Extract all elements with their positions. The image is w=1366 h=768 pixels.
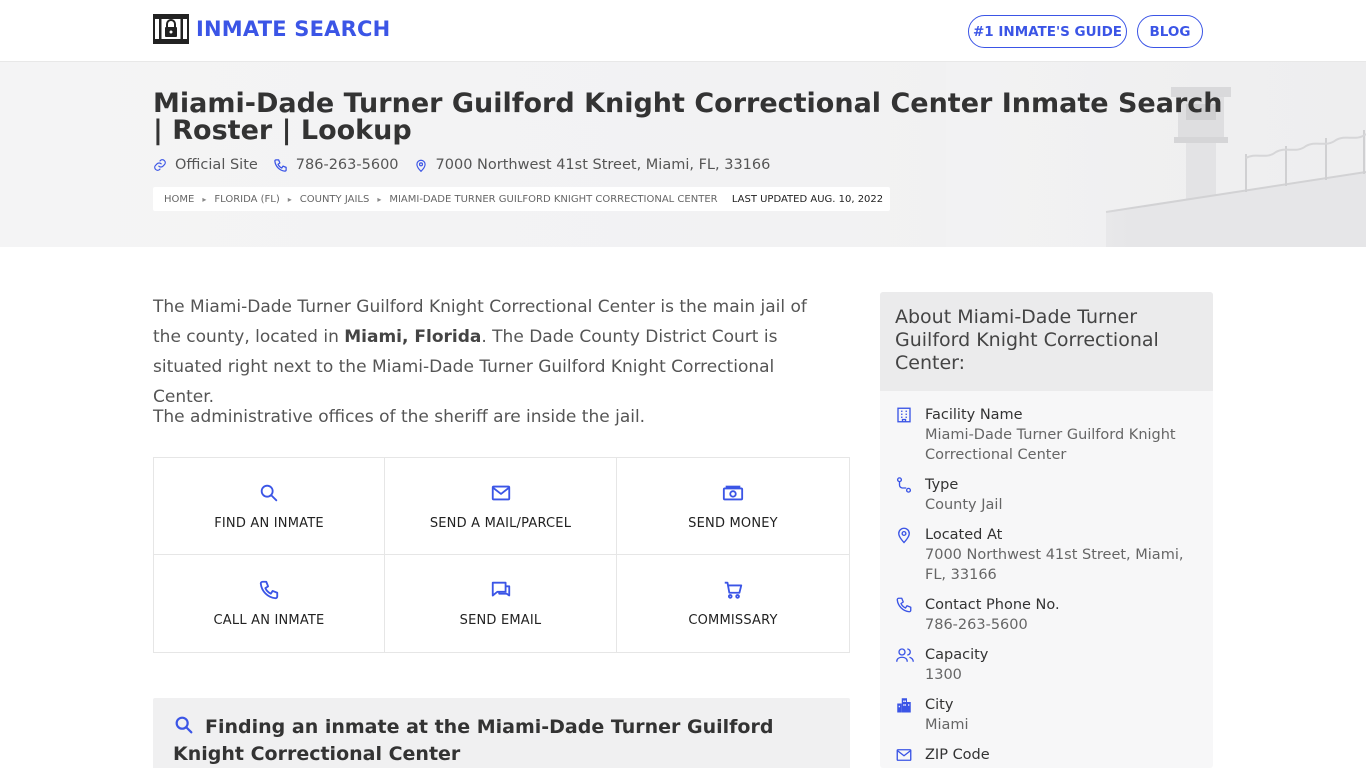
search-icon <box>175 716 193 734</box>
detail-label: Type <box>925 477 959 493</box>
detail-value: 786-263-5600 <box>925 617 1028 633</box>
detail-label: City <box>925 697 954 713</box>
facility-details-list: Facility Name Miami-Dade Turner Guilford… <box>880 391 1213 768</box>
page-title: Miami-Dade Turner Guilford Knight Correc… <box>153 88 1223 146</box>
commissary-label: COMMISSARY <box>688 613 778 628</box>
breadcrumb-separator-icon: ▸ <box>377 194 382 204</box>
map-pin-icon <box>895 525 925 585</box>
official-site-link[interactable]: Official Site <box>153 157 258 173</box>
address-link[interactable]: 7000 Northwest 41st Street, Miami, FL, 3… <box>414 157 771 173</box>
detail-value: County Jail <box>925 497 1003 513</box>
send-money-label: SEND MONEY <box>688 516 778 531</box>
intro-paragraph-2: The administrative offices of the sherif… <box>153 407 646 427</box>
send-mail-button[interactable]: SEND A MAIL/PARCEL <box>385 458 617 555</box>
send-mail-label: SEND A MAIL/PARCEL <box>429 516 572 531</box>
route-icon <box>895 475 925 515</box>
breadcrumb-separator-icon: ▸ <box>287 194 292 204</box>
intro-paragraph: The Miami-Dade Turner Guilford Knight Co… <box>153 292 833 412</box>
mail-icon <box>895 745 925 768</box>
mail-icon <box>491 485 510 501</box>
finding-inmate-heading: Finding an inmate at the Miami-Dade Turn… <box>173 714 830 768</box>
money-icon <box>722 485 744 501</box>
breadcrumb-current: MIAMI-DADE TURNER GUILFORD KNIGHT CORREC… <box>389 193 718 205</box>
top-navbar: INMATE SEARCH #1 INMATE'S GUIDE BLOG <box>0 0 1366 62</box>
city-icon <box>895 695 925 735</box>
commissary-button[interactable]: COMMISSARY <box>617 555 849 652</box>
detail-value: 7000 Northwest 41st Street, Miami, FL, 3… <box>925 547 1184 583</box>
send-money-button[interactable]: SEND MONEY <box>617 458 849 555</box>
action-grid: FIND AN INMATE SEND A MAIL/PARCEL SEND M… <box>153 457 850 653</box>
detail-label: Capacity <box>925 647 989 663</box>
detail-type: Type County Jail <box>895 475 1198 515</box>
official-site-label: Official Site <box>175 157 258 173</box>
site-logo-text: INMATE SEARCH <box>196 17 391 41</box>
map-pin-icon <box>415 159 426 172</box>
detail-facility-name: Facility Name Miami-Dade Turner Guilford… <box>895 405 1198 465</box>
chat-icon <box>491 581 510 597</box>
detail-capacity: Capacity 1300 <box>895 645 1198 685</box>
find-inmate-button[interactable]: FIND AN INMATE <box>154 458 385 555</box>
phone-icon <box>895 595 925 635</box>
phone-link[interactable]: 786-263-5600 <box>273 157 399 173</box>
phone-number: 786-263-5600 <box>295 157 399 173</box>
jail-logo-icon <box>153 14 189 44</box>
inmates-guide-button[interactable]: #1 INMATE'S GUIDE <box>968 15 1127 48</box>
detail-value: 1300 <box>925 667 962 683</box>
intro-location: Miami, Florida <box>344 327 482 347</box>
send-email-button[interactable]: SEND EMAIL <box>385 555 617 652</box>
phone-icon <box>274 158 287 172</box>
site-logo[interactable]: INMATE SEARCH <box>153 14 390 44</box>
building-icon <box>895 405 925 465</box>
users-icon <box>895 645 925 685</box>
cart-icon <box>724 581 743 599</box>
link-icon <box>154 159 166 171</box>
detail-label: ZIP Code <box>925 747 990 763</box>
detail-value: Miami-Dade Turner Guilford Knight Correc… <box>925 427 1176 463</box>
breadcrumb-home[interactable]: HOME <box>164 194 194 205</box>
breadcrumb-separator-icon: ▸ <box>202 194 207 204</box>
detail-label: Located At <box>925 527 1003 543</box>
facility-meta-row: Official Site 786-263-5600 7000 Northwes… <box>153 157 785 173</box>
hero-banner: Miami-Dade Turner Guilford Knight Correc… <box>0 62 1366 247</box>
about-facility-sidebar: About Miami-Dade Turner Guilford Knight … <box>880 292 1213 768</box>
detail-label: Facility Name <box>925 407 1023 423</box>
breadcrumb-county-jails[interactable]: COUNTY JAILS <box>300 194 370 205</box>
call-inmate-label: CALL AN INMATE <box>213 613 325 628</box>
finding-inmate-title: Finding an inmate at the Miami-Dade Turn… <box>173 716 774 765</box>
send-email-label: SEND EMAIL <box>459 613 542 628</box>
sidebar-heading: About Miami-Dade Turner Guilford Knight … <box>880 292 1213 391</box>
call-inmate-button[interactable]: CALL AN INMATE <box>154 555 385 652</box>
breadcrumb-state[interactable]: FLORIDA (FL) <box>214 194 279 205</box>
phone-icon <box>259 580 279 600</box>
breadcrumb: HOME ▸ FLORIDA (FL) ▸ COUNTY JAILS ▸ MIA… <box>153 187 729 211</box>
detail-city: City Miami <box>895 695 1198 735</box>
last-updated-badge: LAST UPDATED AUG. 10, 2022 <box>725 187 890 211</box>
finding-inmate-section: Finding an inmate at the Miami-Dade Turn… <box>153 698 850 768</box>
blog-button[interactable]: BLOG <box>1137 15 1203 48</box>
facility-address: 7000 Northwest 41st Street, Miami, FL, 3… <box>435 157 771 173</box>
detail-location: Located At 7000 Northwest 41st Street, M… <box>895 525 1198 585</box>
detail-value: Miami <box>925 717 969 733</box>
find-inmate-label: FIND AN INMATE <box>214 516 324 531</box>
detail-label: Contact Phone No. <box>925 597 1060 613</box>
detail-zip: ZIP Code <box>895 745 1198 768</box>
search-icon <box>260 484 278 502</box>
detail-phone: Contact Phone No. 786-263-5600 <box>895 595 1198 635</box>
